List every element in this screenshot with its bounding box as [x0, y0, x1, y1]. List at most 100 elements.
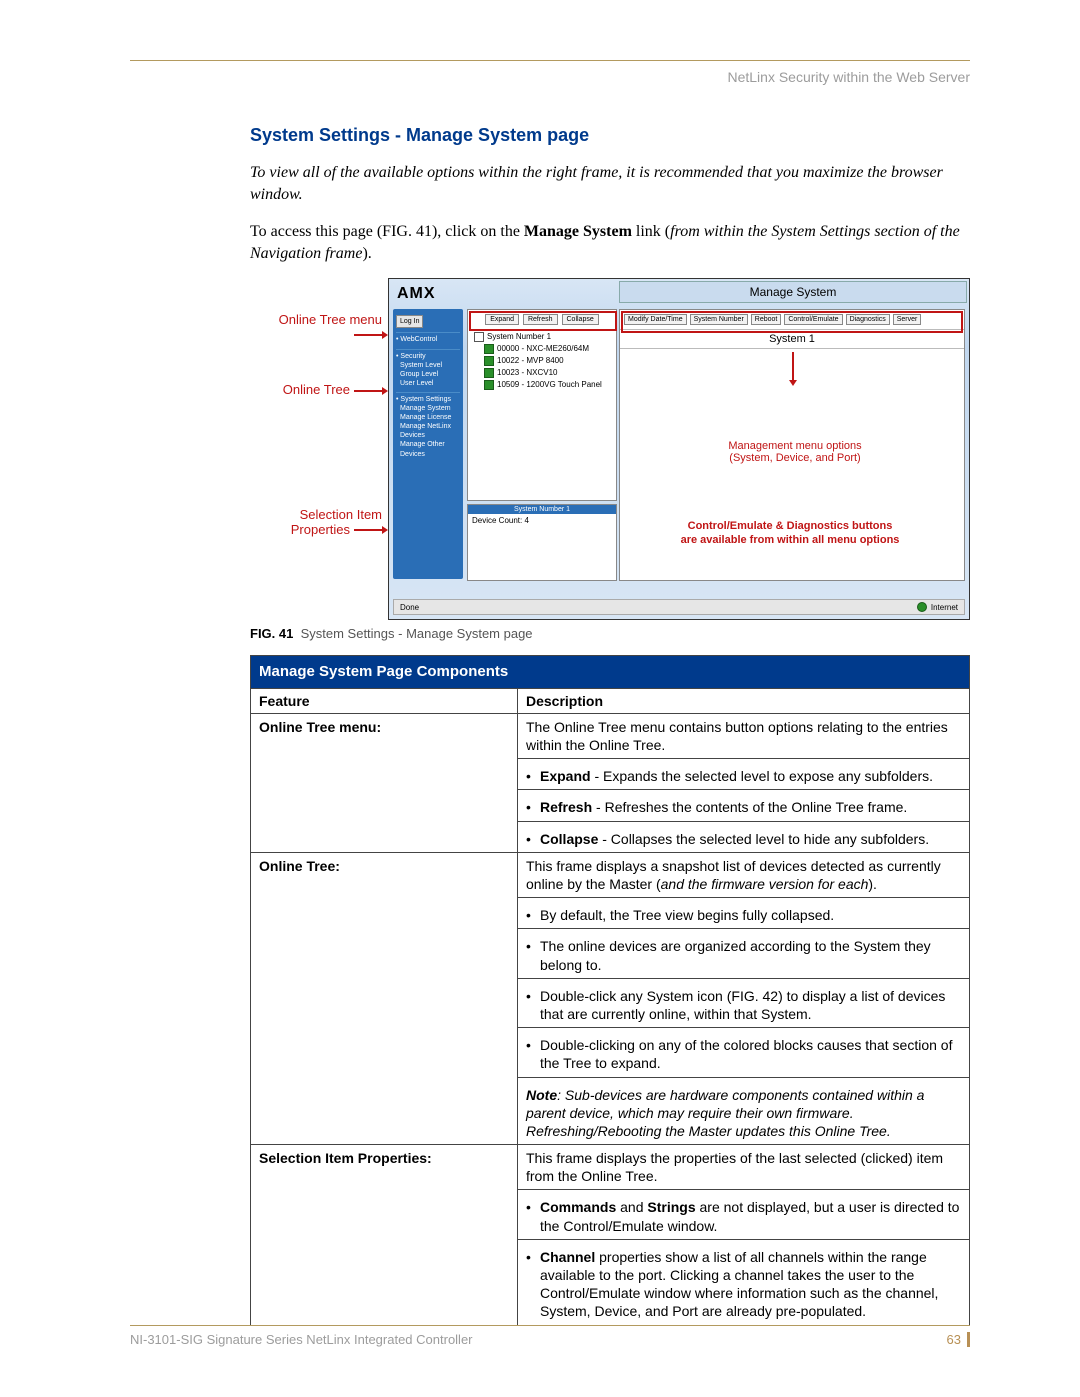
- desc-cell: The Online Tree menu contains button opt…: [518, 713, 970, 758]
- arrow-icon: [354, 529, 382, 531]
- device-icon: [484, 380, 494, 390]
- tree-item[interactable]: 00000 - NXC-ME260/64M: [474, 343, 616, 355]
- desc-cell: •Refresh - Refreshes the contents of the…: [518, 790, 970, 821]
- bullet-bold: Collapse: [540, 831, 598, 847]
- arrow-icon: [354, 390, 382, 392]
- desc-cell: •Commands and Strings are not displayed,…: [518, 1190, 970, 1239]
- tree-item-label: 10022 - MVP 8400: [497, 356, 564, 365]
- tree-item-label: 10023 - NXCV10: [497, 368, 557, 377]
- nav-ss-item[interactable]: Manage License: [396, 413, 460, 422]
- nav-security-item[interactable]: System Level: [396, 361, 460, 370]
- callout-line: (System, Device, and Port): [729, 452, 860, 464]
- status-bar: Done Internet: [393, 599, 965, 615]
- login-button[interactable]: Log In: [396, 315, 423, 328]
- desc-cell: •Double-click any System icon (FIG. 42) …: [518, 978, 970, 1027]
- bullet-bold: Channel: [540, 1249, 595, 1265]
- arrow-icon: [354, 334, 382, 336]
- bullet-text: The online devices are organized accordi…: [540, 937, 961, 973]
- bullet-text: - Collapses the selected level to hide a…: [598, 831, 929, 847]
- access-post: link (: [632, 223, 670, 240]
- nav-sidebar: Log In • WebControl • Security System Le…: [393, 309, 463, 579]
- components-table: Manage System Page Components Feature De…: [250, 655, 970, 1325]
- bullet-text: Double-clicking on any of the colored bl…: [540, 1036, 961, 1072]
- feature-cell: Selection Item Properties:: [251, 1145, 518, 1326]
- manage-system-title: Manage System: [619, 281, 967, 303]
- annot-online-tree-menu: Online Tree menu: [279, 312, 382, 327]
- tree-item[interactable]: 10022 - MVP 8400: [474, 355, 616, 367]
- bullet-bold: Refresh: [540, 799, 592, 815]
- table-title: Manage System Page Components: [251, 656, 970, 689]
- feature-cell: Online Tree menu:: [251, 713, 518, 852]
- tree-item-label: 00000 - NXC-ME260/64M: [497, 344, 589, 353]
- desc-cell: Note: Sub-devices are hardware component…: [518, 1077, 970, 1145]
- note-text: : Sub-devices are hardware components co…: [526, 1087, 924, 1139]
- table-row: Online Tree menu: The Online Tree menu c…: [251, 713, 970, 758]
- system-icon: [474, 332, 484, 342]
- table-row: Online Tree: This frame displays a snaps…: [251, 852, 970, 897]
- feature-label: Online Tree:: [259, 858, 340, 874]
- note-bold: Note: [526, 1087, 557, 1103]
- footer-product: NI-3101-SIG Signature Series NetLinx Int…: [130, 1332, 473, 1347]
- page-footer: NI-3101-SIG Signature Series NetLinx Int…: [130, 1325, 970, 1347]
- device-icon: [484, 344, 494, 354]
- status-done: Done: [400, 603, 419, 612]
- callout-line: are available from within all menu optio…: [681, 534, 900, 546]
- nav-security-item[interactable]: User Level: [396, 379, 460, 388]
- access-paragraph: To access this page (FIG. 41), click on …: [250, 221, 970, 264]
- status-internet: Internet: [917, 602, 958, 612]
- desc-cell: •By default, the Tree view begins fully …: [518, 898, 970, 929]
- figure-41: Online Tree menu Online Tree Selection I…: [250, 278, 970, 620]
- desc-cell: •Double-clicking on any of the colored b…: [518, 1028, 970, 1077]
- highlight-box: [621, 311, 963, 333]
- bullet-bold: Expand: [540, 768, 591, 784]
- nav-ss-item[interactable]: Manage Other Devices: [396, 440, 460, 458]
- callout-line: Management menu options: [728, 440, 861, 452]
- feature-cell: Online Tree:: [251, 852, 518, 1144]
- tree-item[interactable]: 10509 - 1200VG Touch Panel: [474, 379, 616, 391]
- fig-label: FIG. 41: [250, 626, 293, 641]
- prop-header: System Number 1: [468, 505, 616, 514]
- bullet-text: and: [616, 1199, 647, 1215]
- globe-icon: [917, 602, 927, 612]
- tree-root[interactable]: System Number 1: [474, 331, 616, 343]
- nav-ss-item[interactable]: Manage NetLinx Devices: [396, 422, 460, 440]
- access-bold: Manage System: [524, 223, 632, 240]
- page-number: 63: [947, 1332, 970, 1347]
- nav-security[interactable]: • Security: [396, 352, 460, 361]
- status-internet-label: Internet: [931, 603, 958, 612]
- nav-webcontrol[interactable]: • WebControl: [396, 335, 460, 344]
- running-header: NetLinx Security within the Web Server: [130, 69, 970, 85]
- fig-text: System Settings - Manage System page: [301, 626, 533, 641]
- tree-item-label: 10509 - 1200VG Touch Panel: [497, 380, 602, 389]
- col-description: Description: [518, 688, 970, 713]
- desc-post: ).: [868, 876, 877, 892]
- bullet-text: Double-click any System icon (FIG. 42) t…: [540, 987, 961, 1023]
- device-icon: [484, 356, 494, 366]
- amx-logo-text: AMX: [397, 285, 436, 302]
- bullet-bold: Strings: [647, 1199, 695, 1215]
- desc-cell: This frame displays the properties of th…: [518, 1145, 970, 1190]
- bullet-text: - Refreshes the contents of the Online T…: [592, 799, 907, 815]
- amx-logo: AMX: [397, 285, 436, 303]
- callout-line: Control/Emulate & Diagnostics buttons: [688, 520, 893, 532]
- desc-cell: •Channel properties show a list of all c…: [518, 1239, 970, 1325]
- tree-item[interactable]: 10023 - NXCV10: [474, 367, 616, 379]
- nav-security-item[interactable]: Group Level: [396, 370, 460, 379]
- callout-management-menu: Management menu options (System, Device,…: [680, 440, 910, 464]
- col-feature: Feature: [251, 688, 518, 713]
- bullet-text: - Expands the selected level to expose a…: [591, 768, 933, 784]
- feature-label: Selection Item Properties:: [259, 1150, 432, 1166]
- desc-cell: •Collapse - Collapses the selected level…: [518, 821, 970, 852]
- intro-note: To view all of the available options wit…: [250, 162, 970, 205]
- feature-label: Online Tree menu:: [259, 719, 381, 735]
- bullet-text: properties show a list of all channels w…: [540, 1249, 938, 1320]
- desc-cell: This frame displays a snapshot list of d…: [518, 852, 970, 897]
- system-1-label: System 1: [769, 333, 815, 345]
- access-end: ).: [362, 245, 371, 262]
- nav-ss-item[interactable]: Manage System: [396, 404, 460, 413]
- nav-system-settings[interactable]: • System Settings: [396, 395, 460, 404]
- figure-annotations: Online Tree menu Online Tree Selection I…: [250, 278, 388, 620]
- bullet-bold: Commands: [540, 1199, 616, 1215]
- desc-cell: •Expand - Expands the selected level to …: [518, 759, 970, 790]
- access-pre: To access this page (FIG. 41), click on …: [250, 223, 524, 240]
